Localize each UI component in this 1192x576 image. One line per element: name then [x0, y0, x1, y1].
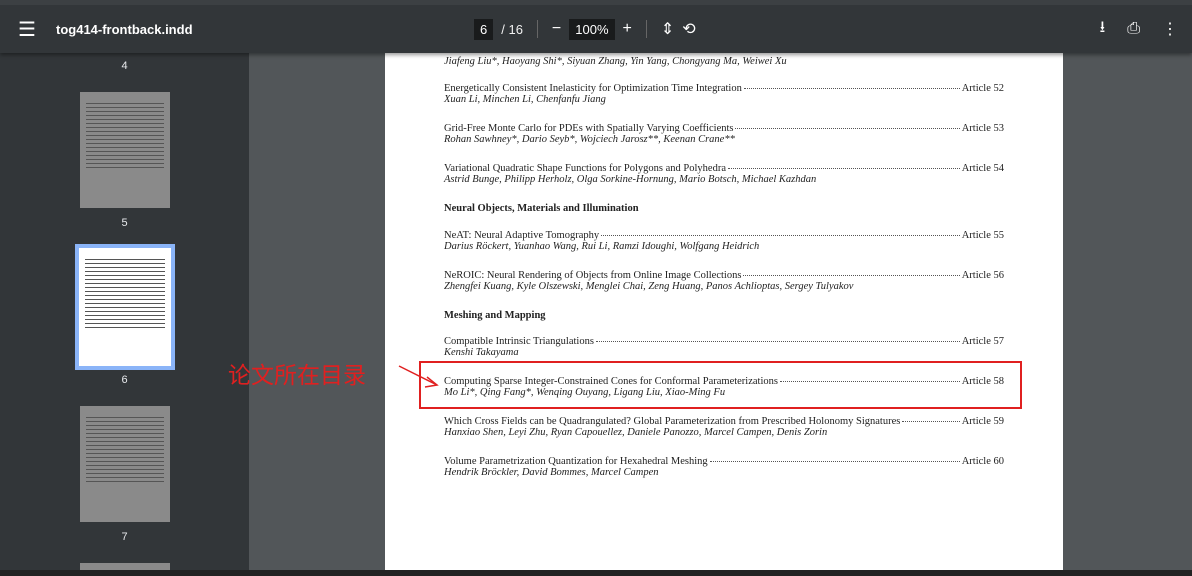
entry-title: Volume Parametrization Quantization for …: [444, 456, 708, 467]
entry-title: NeAT: Neural Adaptive Tomography: [444, 230, 600, 241]
toc-entry[interactable]: Energetically Consistent Inelasticity fo…: [444, 83, 1004, 105]
toc-entry: Jiafeng Liu*, Haoyang Shi*, Siyuan Zhang…: [444, 56, 1004, 67]
document-title: tog414-frontback.indd: [56, 21, 193, 37]
entry-article: Article 52: [961, 83, 1004, 94]
entry-article: Article 56: [961, 270, 1004, 281]
toc-entry[interactable]: NeAT: Neural Adaptive Tomography Article …: [444, 230, 1004, 252]
entry-authors: Kenshi Takayama: [444, 347, 519, 358]
entry-authors: Hanxiao Shen, Leyi Zhu, Ryan Capouellez,…: [444, 427, 828, 438]
entry-title: Grid-Free Monte Carlo for PDEs with Spat…: [444, 123, 734, 134]
toc-entry[interactable]: Grid-Free Monte Carlo for PDEs with Spat…: [444, 123, 1004, 145]
toc-entry[interactable]: Volume Parametrization Quantization for …: [444, 456, 1004, 478]
thumbnail-sidebar[interactable]: 4 5 6 7: [0, 48, 249, 576]
page-total: / 16: [501, 21, 523, 37]
section-heading: Neural Objects, Materials and Illuminati…: [444, 203, 639, 214]
entry-authors: Xuan Li, Minchen Li, Chenfanfu Jiang: [444, 94, 606, 105]
entry-title: Compatible Intrinsic Triangulations: [444, 336, 594, 347]
entry-title: Energetically Consistent Inelasticity fo…: [444, 83, 742, 94]
entry-article: Article 53: [961, 123, 1004, 134]
print-icon[interactable]: ⎙: [1127, 20, 1140, 38]
taskbar-strip: [0, 570, 1192, 576]
entry-title: Which Cross Fields can be Quadrangulated…: [444, 416, 901, 427]
arrow-icon: [398, 365, 439, 388]
toc-entry[interactable]: NeROIC: Neural Rendering of Objects from…: [444, 270, 1004, 292]
fit-page-icon[interactable]: ⇕: [661, 19, 674, 39]
page-controls: 6 / 16 − 100% + ⇕ ⟲: [474, 5, 696, 53]
page-thumbnail-6[interactable]: [75, 244, 175, 370]
page-label: 4: [121, 60, 128, 72]
entry-authors: Astrid Bunge, Philipp Herholz, Olga Sork…: [444, 174, 817, 185]
page-thumbnail-7[interactable]: [80, 406, 170, 522]
pdf-toolbar: ☰ tog414-frontback.indd 6 / 16 − 100% + …: [0, 0, 1192, 53]
menu-icon[interactable]: ☰: [18, 5, 38, 53]
entry-authors: Zhengfei Kuang, Kyle Olszewski, Menglei …: [444, 281, 854, 292]
entry-authors: Jiafeng Liu*, Haoyang Shi*, Siyuan Zhang…: [444, 56, 787, 67]
entry-article: Article 59: [961, 416, 1004, 427]
zoom-input[interactable]: 100%: [569, 18, 615, 40]
page-thumbnail-5[interactable]: [80, 92, 170, 208]
more-icon[interactable]: ⋮: [1162, 19, 1178, 39]
download-icon[interactable]: ⭳: [1100, 16, 1106, 43]
toc-entry[interactable]: Variational Quadratic Shape Functions fo…: [444, 163, 1004, 185]
entry-article: Article 54: [961, 163, 1004, 174]
entry-article: Article 60: [961, 456, 1004, 467]
page-number-input[interactable]: 6: [474, 18, 494, 40]
zoom-in-button[interactable]: +: [623, 20, 632, 38]
toc-entry[interactable]: Compatible Intrinsic Triangulations Artic…: [444, 336, 1004, 358]
page-label: 7: [121, 531, 128, 543]
toc-entry[interactable]: Which Cross Fields can be Quadrangulated…: [444, 416, 1004, 438]
entry-authors: Darius Röckert, Yuanhao Wang, Rui Li, Ra…: [444, 241, 760, 252]
entry-article: Article 57: [961, 336, 1004, 347]
entry-title: NeROIC: Neural Rendering of Objects from…: [444, 270, 742, 281]
section-heading: Meshing and Mapping: [444, 310, 546, 321]
zoom-out-button[interactable]: −: [552, 20, 561, 38]
page-label: 6: [121, 374, 128, 386]
toolbar-actions: ⭳ ⎙ ⋮: [1100, 5, 1178, 53]
highlight-box: [419, 361, 1022, 409]
rotate-icon[interactable]: ⟲: [682, 19, 695, 39]
entry-title: Variational Quadratic Shape Functions fo…: [444, 163, 726, 174]
annotation-label: 论文所在目录: [228, 362, 366, 388]
entry-authors: Hendrik Bröckler, David Bommes, Marcel C…: [444, 467, 659, 478]
divider: [645, 20, 647, 38]
divider: [536, 20, 538, 38]
entry-article: Article 55: [961, 230, 1004, 241]
entry-authors: Rohan Sawhney*, Dario Seyb*, Wojciech Ja…: [444, 134, 735, 145]
page-label: 5: [121, 217, 128, 229]
pdf-page: Jiafeng Liu*, Haoyang Shi*, Siyuan Zhang…: [385, 48, 1063, 570]
